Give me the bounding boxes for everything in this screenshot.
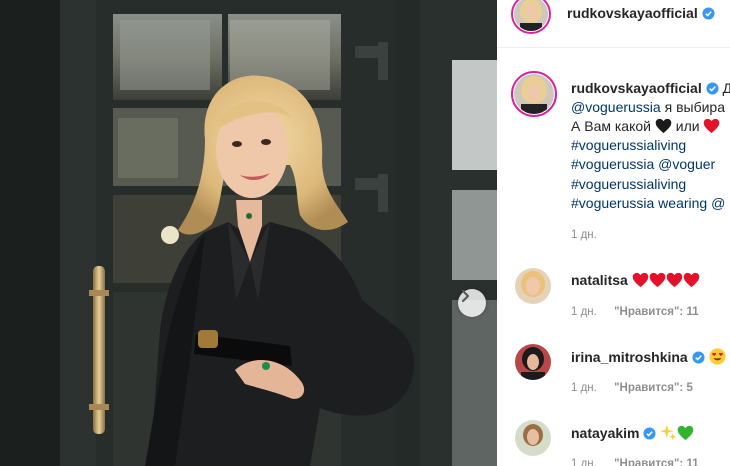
red-heart-icon [649,272,666,291]
chevron-right-icon [461,289,470,303]
comment-avatar[interactable] [515,344,551,380]
caption-text-1: я выбира [660,99,725,115]
sparkles-icon [660,424,677,444]
caption-hashtag-2[interactable]: #voguerussia @voguer [571,155,715,174]
caption-avatar-image [514,74,554,114]
caption-line-2: А Вам какой или [571,117,720,136]
author-avatar-image [514,0,548,31]
comment-avatar-image [515,344,551,380]
caption-text-6[interactable]: wearing @ [654,195,725,211]
caption-tail: Д [722,80,730,96]
comment-username[interactable]: natalitsa [571,272,628,288]
verified-badge-icon [702,7,715,20]
comment-timestamp[interactable]: 1 дн. [571,458,597,466]
comment-likes[interactable]: "Нравится": 5 [614,382,693,394]
caption-text-2: А Вам какой [571,118,651,134]
comment-likes[interactable]: "Нравится": 11 [614,458,699,466]
post-header: rudkovskayaofficial [497,0,730,48]
header-username-text[interactable]: rudkovskayaofficial [567,5,698,21]
red-heart-icon [683,272,700,291]
red-heart-icon [666,272,683,291]
comment-username[interactable]: irina_mitroshkina [571,349,688,365]
caption-username-text[interactable]: rudkovskayaofficial [571,80,702,96]
caption-username[interactable]: rudkovskayaofficial Д [571,80,730,96]
red-heart-icon [632,272,649,291]
next-photo-button[interactable] [458,289,486,317]
caption-hashtag-1[interactable]: #voguerussialiving [571,136,686,155]
comment-avatar-image [515,268,551,304]
verified-badge-icon [643,427,657,440]
black-heart-icon [655,118,672,134]
comment-avatar[interactable] [515,268,551,304]
caption-line-6: #voguerussia wearing @ [571,194,725,213]
comment-1: natalitsa [571,272,700,291]
comment-avatar[interactable] [515,420,551,456]
caption-text-2b: или [671,118,704,134]
comment-username[interactable]: natayakim [571,425,639,441]
comment-avatar-image [515,420,551,456]
caption-hashtag-3[interactable]: #voguerussialiving [571,175,686,194]
comment-timestamp[interactable]: 1 дн. [571,382,597,394]
caption-mention-link[interactable]: @voguerussia [571,99,661,115]
comment-meta: 1 дн. "Нравится": 5 [571,382,693,394]
verified-badge-icon [692,351,705,364]
verified-badge-icon [706,82,719,95]
comment-meta: 1 дн. "Нравится": 11 [571,306,699,318]
post-sidebar: rudkovskayaofficial rudkovskayaofficial … [497,0,730,466]
caption-avatar[interactable] [511,71,557,117]
comment-likes[interactable]: "Нравится": 11 [614,306,699,318]
caption-hashtag-4[interactable]: #voguerussia [571,195,654,211]
photo-scene [0,0,497,466]
comment-2: irina_mitroshkina [571,348,726,368]
heart-eyes-icon [709,348,726,368]
red-heart-icon [704,118,720,134]
header-username[interactable]: rudkovskayaofficial [567,5,715,21]
comment-3: natayakim [571,424,694,444]
post-photo[interactable] [0,0,497,466]
caption-timestamp[interactable]: 1 дн. [571,229,597,241]
comment-meta: 1 дн. "Нравится": 11 [571,458,699,466]
caption-line-1: @voguerussia я выбира [571,98,725,117]
author-avatar[interactable] [511,0,551,34]
green-heart-icon [677,425,694,444]
comment-timestamp[interactable]: 1 дн. [571,306,597,318]
